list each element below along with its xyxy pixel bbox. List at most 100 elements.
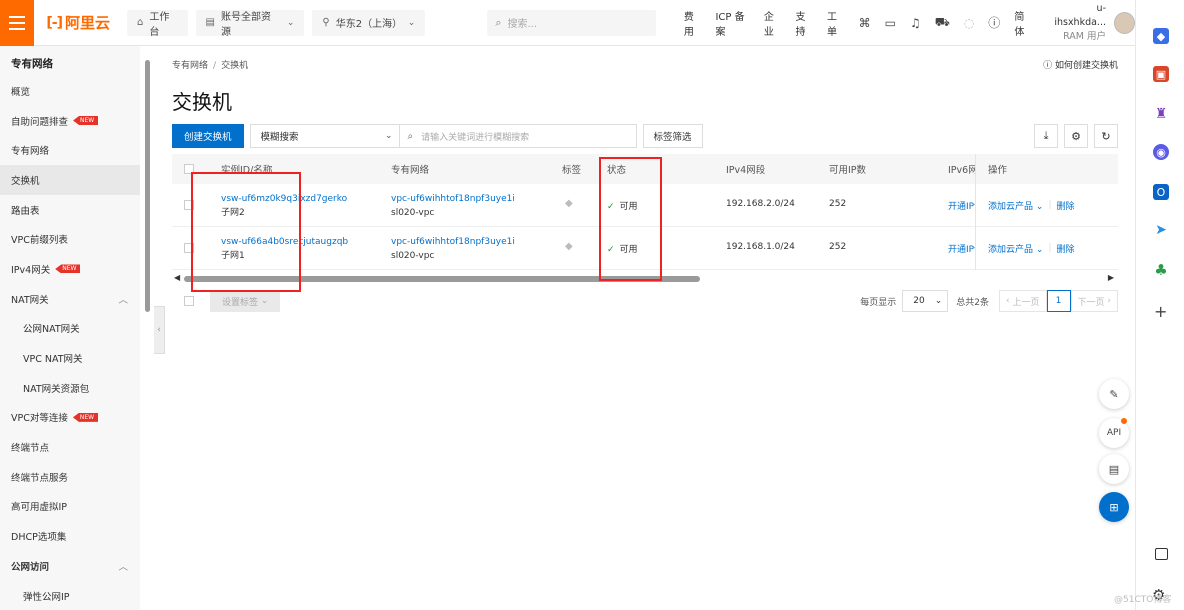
search-mode-select[interactable]: 模糊搜索 ⌄ xyxy=(249,124,400,148)
tag-icon[interactable]: ◆ xyxy=(565,198,573,209)
sidebar-item-nat-package[interactable]: NAT网关资源包 xyxy=(0,373,140,403)
new-badge: NEW xyxy=(72,412,99,422)
chess-app-icon[interactable]: ♜ xyxy=(1153,106,1169,122)
sidebar-item-vpc[interactable]: 专有网络 xyxy=(0,135,140,165)
chevron-down-icon: ⌄ xyxy=(1035,244,1044,255)
search-placeholder: 搜索... xyxy=(507,19,538,30)
link-icp[interactable]: ICP 备案 xyxy=(715,8,749,38)
sidebar-item-havip[interactable]: 高可用虚拟IP xyxy=(0,492,140,522)
user-menu[interactable]: u-ihsxhkda... RAM 用户 xyxy=(1048,2,1135,44)
sidebar-item-dhcp[interactable]: DHCP选项集 xyxy=(0,521,140,551)
refresh-icon[interactable]: ↻ xyxy=(1094,124,1118,148)
link-ticket[interactable]: 工单 xyxy=(827,8,845,38)
per-page-select[interactable]: 20 ⌄ xyxy=(902,290,949,312)
sidebar-group-public-access[interactable]: 公网访问 ︿ xyxy=(0,551,140,581)
terminal-icon[interactable]: ▭ xyxy=(885,16,896,30)
row-operations: 添加云产品 ⌄ | 删除 xyxy=(976,227,1118,270)
lightbulb-icon[interactable]: ◌ xyxy=(964,16,974,30)
footer-select-all-checkbox[interactable] xyxy=(184,296,194,306)
add-cloud-product-button[interactable]: 添加云产品 ⌄ xyxy=(988,199,1043,212)
sidebar-item-endpoint-service[interactable]: 终端节点服务 xyxy=(0,462,140,492)
sidebar-item-vpc-nat[interactable]: VPC NAT网关 xyxy=(0,343,140,373)
help-icon[interactable]: ⓘ xyxy=(988,14,1000,31)
global-search-input[interactable]: ⌕ 搜索... xyxy=(487,9,656,36)
sidebar-item-public-nat[interactable]: 公网NAT网关 xyxy=(0,314,140,344)
sidebar-item-troubleshoot[interactable]: 自助问题排查 NEW xyxy=(0,106,140,136)
col-operations: 操作 xyxy=(976,154,1118,184)
sidebar-item-eip[interactable]: 弹性公网IP xyxy=(0,581,140,610)
sidebar-item-prefix-list[interactable]: VPC前缀列表 xyxy=(0,224,140,254)
available-ip-count: 252 xyxy=(829,199,847,209)
delete-button[interactable]: 删除 xyxy=(1056,242,1074,255)
tag-filter-button[interactable]: 标签筛选 xyxy=(642,124,703,148)
link-support[interactable]: 支持 xyxy=(795,8,813,38)
app-icon[interactable]: ⌘ xyxy=(859,16,871,30)
sidebar-item-ipv4-gateway[interactable]: IPv4网关 NEW xyxy=(0,254,140,284)
tree-app-icon[interactable]: ♣ xyxy=(1153,261,1169,279)
language-switch[interactable]: 简体 xyxy=(1014,8,1032,38)
set-tag-button[interactable]: 设置标签 ⌄ xyxy=(210,290,281,312)
workbench-label: 工作台 xyxy=(149,11,170,38)
send-app-icon[interactable]: ➤ xyxy=(1153,222,1169,238)
menu-icon[interactable] xyxy=(0,0,35,46)
search-input[interactable]: ⌕ 请输入关键词进行模糊搜索 xyxy=(399,124,637,148)
sidebar-scrollbar[interactable] xyxy=(145,60,150,312)
delete-button[interactable]: 删除 xyxy=(1056,199,1074,212)
page-title: 交换机 xyxy=(172,90,232,114)
sidebar-item-label: 路由表 xyxy=(11,205,40,217)
region-dropdown[interactable]: ⚲ 华东2（上海） ⌄ xyxy=(312,9,426,36)
sidebar-item-vswitch[interactable]: 交换机 xyxy=(0,165,140,195)
toolbox-app-icon[interactable]: ▣ xyxy=(1153,66,1169,82)
tag-app-icon[interactable]: ◆ xyxy=(1153,28,1169,44)
home-icon: ⌂ xyxy=(137,17,144,28)
new-badge: NEW xyxy=(55,264,81,274)
chevron-right-icon: › xyxy=(1104,296,1111,306)
download-icon[interactable]: ⤓ xyxy=(1034,124,1058,148)
account-resources-dropdown[interactable]: ▤ 账号全部资源 ⌄ xyxy=(195,9,305,38)
sidebar-title: 专有网络 xyxy=(11,58,53,70)
sidebar-group-nat[interactable]: NAT网关 ︿ xyxy=(0,284,140,314)
link-cost[interactable]: 费用 xyxy=(684,8,702,38)
feedback-icon[interactable]: ✎ xyxy=(1099,379,1129,409)
help-link[interactable]: ⓘ 如何创建交换机 xyxy=(1043,58,1118,71)
copilot-app-icon[interactable]: ◉ xyxy=(1153,144,1169,160)
bell-icon[interactable]: ♫ xyxy=(910,16,921,30)
link-enterprise[interactable]: 企业 xyxy=(764,8,782,38)
chevron-down-icon: ⌄ xyxy=(260,296,269,306)
create-vswitch-button[interactable]: 创建交换机 xyxy=(172,124,244,148)
next-page-button[interactable]: 下一页 › xyxy=(1070,290,1118,312)
pagination: 每页显示 20 ⌄ 总共2条 ‹ 上一页 1 下一页 › xyxy=(860,290,1118,312)
sidebar-item-endpoint[interactable]: 终端节点 xyxy=(0,432,140,462)
sidebar-item-label: IPv4网关 xyxy=(11,264,51,276)
chat-icon[interactable]: ▤ xyxy=(1099,454,1129,484)
sidebar-item-route-table[interactable]: 路由表 xyxy=(0,195,140,225)
cart-icon[interactable]: ⛟ xyxy=(935,15,950,31)
sidebar-collapse-button[interactable]: ‹ xyxy=(154,306,165,354)
add-cloud-product-button[interactable]: 添加云产品 ⌄ xyxy=(988,242,1043,255)
region-label: 华东2（上海） xyxy=(335,19,403,30)
page-1-button[interactable]: 1 xyxy=(1046,290,1071,312)
user-role: RAM 用户 xyxy=(1063,30,1106,42)
sidebar-item-vpc-peering[interactable]: VPC对等连接 NEW xyxy=(0,403,140,433)
vpc-id-link[interactable]: vpc-uf6wihhtof18npf3uye1i xyxy=(391,192,515,206)
workbench-button[interactable]: ⌂ 工作台 xyxy=(127,9,188,38)
help-link-label: 如何创建交换机 xyxy=(1054,61,1118,71)
avatar[interactable] xyxy=(1114,11,1135,34)
sidebar-item-label: 终端节点服务 xyxy=(11,472,69,484)
sidebar-panel-icon[interactable] xyxy=(1155,548,1168,560)
outlook-app-icon[interactable]: O xyxy=(1153,184,1169,200)
gear-icon[interactable]: ⚙ xyxy=(1064,124,1088,148)
add-icon[interactable]: + xyxy=(1154,302,1167,321)
operations-column: 操作 添加云产品 ⌄ | 删除 添加云产品 ⌄ | 删除 xyxy=(975,154,1118,270)
sidebar-item-overview[interactable]: 概览 xyxy=(0,76,140,106)
scroll-left-icon[interactable]: ◀ xyxy=(174,273,180,282)
aliyun-logo[interactable]: [-] 阿里云 xyxy=(46,12,119,33)
breadcrumb-parent[interactable]: 专有网络 xyxy=(172,61,208,71)
divider: | xyxy=(1048,200,1052,210)
apps-grid-icon[interactable]: ⊞ xyxy=(1099,492,1129,522)
tag-icon[interactable]: ◆ xyxy=(565,241,573,252)
vpc-id-link[interactable]: vpc-uf6wihhtof18npf3uye1i xyxy=(391,235,515,249)
set-tag-label: 设置标签 xyxy=(222,297,259,308)
scroll-right-icon[interactable]: ▶ xyxy=(1108,273,1114,282)
prev-page-button[interactable]: ‹ 上一页 xyxy=(999,290,1047,312)
